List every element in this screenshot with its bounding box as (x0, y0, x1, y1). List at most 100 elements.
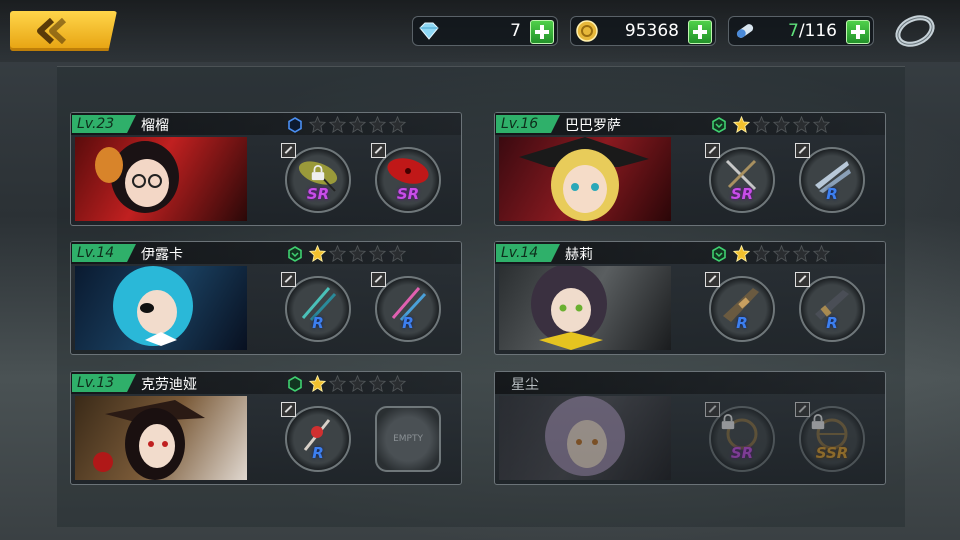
character-portrait (75, 137, 247, 221)
equipment-slot[interactable]: R (281, 402, 351, 472)
character-name: 克劳迪娅 (141, 377, 197, 393)
rank-hexagon-icon (288, 117, 302, 133)
add-gems-button[interactable] (530, 20, 554, 44)
equipment-slot[interactable]: R (795, 143, 865, 213)
card-header: Lv.16 巴巴罗萨 (495, 113, 885, 135)
slot-tag-icon (281, 402, 296, 417)
character-card[interactable]: Lv.14 伊露卡 R R (70, 241, 462, 355)
star-empty-icon (773, 116, 790, 133)
star-empty-icon (389, 245, 406, 262)
portrait-figure (519, 137, 649, 221)
character-name: 榴榴 (141, 118, 169, 134)
rank-hexagon-icon (712, 246, 726, 262)
rarity-label: R (402, 314, 414, 332)
character-name: 伊露卡 (141, 247, 183, 263)
character-portrait (499, 266, 671, 350)
rank-hexagon-icon (712, 117, 726, 133)
portrait-figure (545, 396, 625, 476)
slot-tag-icon (795, 143, 810, 158)
equipment-slot[interactable]: R (705, 272, 775, 342)
star-empty-icon (773, 245, 790, 262)
rarity-label: SSR (815, 444, 849, 462)
slot-tag-icon (371, 272, 386, 287)
equipment-slot[interactable]: R (795, 272, 865, 342)
coins-value: 95368 (624, 21, 679, 41)
diamond-icon (419, 22, 439, 40)
gems-counter: 7 (412, 16, 558, 46)
add-coins-button[interactable] (688, 20, 712, 44)
slot-tag-icon (795, 272, 810, 287)
ring-icon[interactable] (893, 12, 937, 50)
level-badge: Lv.14 (72, 244, 136, 262)
card-header: Lv.23 榴榴 (71, 113, 461, 135)
lock-icon (721, 414, 735, 430)
star-empty-icon (389, 116, 406, 133)
character-name: 巴巴罗萨 (565, 118, 621, 134)
stamina-max: /116 (798, 21, 837, 41)
star-empty-icon (329, 375, 346, 392)
back-button[interactable] (10, 11, 117, 51)
star-filled-icon (309, 375, 326, 392)
character-name: 赫莉 (565, 247, 593, 263)
star-empty-icon (753, 116, 770, 133)
character-card[interactable]: Lv.16 巴巴罗萨 SR R (494, 112, 886, 226)
character-name: 星尘 (511, 377, 539, 393)
rank-hexagon-icon (288, 376, 302, 392)
lock-icon (811, 414, 825, 430)
star-empty-icon (389, 375, 406, 392)
rank-hexagon-icon (288, 246, 302, 262)
star-empty-icon (349, 245, 366, 262)
star-empty-icon (329, 116, 346, 133)
rarity-label: SR (730, 444, 754, 462)
star-empty-icon (369, 245, 386, 262)
star-rating (733, 245, 833, 263)
coin-icon (576, 20, 598, 42)
character-portrait (499, 137, 671, 221)
lock-icon (311, 165, 325, 181)
star-filled-icon (309, 245, 326, 262)
empty-equipment-slot[interactable]: EMPTY (375, 406, 441, 472)
add-stamina-button[interactable] (846, 20, 870, 44)
equipment-slot[interactable]: R (371, 272, 441, 342)
stamina-current: 7 (787, 21, 799, 41)
equipment-slot[interactable]: SR (705, 143, 775, 213)
equipment-slot[interactable]: SR (705, 402, 775, 472)
stamina-counter: 7/116 (728, 16, 874, 46)
character-card[interactable]: Lv.23 榴榴 SR SR (70, 112, 462, 226)
equipment-slot[interactable]: R (281, 272, 351, 342)
character-card[interactable]: Lv.14 赫莉 R R (494, 241, 886, 355)
star-empty-icon (329, 245, 346, 262)
level-badge: Lv.23 (72, 115, 136, 133)
character-card-locked[interactable]: 星尘 SR SSR (494, 371, 886, 485)
rarity-label: R (826, 185, 838, 203)
portrait-figure (113, 266, 193, 346)
equipment-slot[interactable]: SSR (795, 402, 865, 472)
star-empty-icon (369, 116, 386, 133)
stamina-value: 7/116 (788, 21, 837, 41)
star-empty-icon (793, 116, 810, 133)
slot-tag-icon (705, 143, 720, 158)
level-badge: Lv.14 (496, 244, 560, 262)
card-header: 星尘 (495, 372, 885, 394)
star-rating (733, 116, 833, 134)
portrait-figure (93, 400, 205, 480)
portrait-figure (531, 266, 607, 350)
coins-counter: 95368 (570, 16, 716, 46)
portrait-figure (95, 141, 179, 213)
card-header: Lv.13 克劳迪娅 (71, 372, 461, 394)
slot-tag-icon (705, 402, 720, 417)
level-badge: Lv.13 (72, 374, 136, 392)
rarity-label: R (312, 314, 324, 332)
star-filled-icon (733, 245, 750, 262)
rarity-label: SR (306, 185, 330, 203)
star-rating (309, 116, 409, 134)
empty-label: EMPTY (393, 434, 423, 444)
equipment-slot[interactable]: SR (281, 143, 351, 213)
rarity-label: SR (396, 185, 420, 203)
equipment-slot[interactable]: SR (371, 143, 441, 213)
star-empty-icon (349, 375, 366, 392)
star-empty-icon (813, 116, 830, 133)
rarity-label: R (826, 314, 838, 332)
slot-tag-icon (795, 402, 810, 417)
character-card[interactable]: Lv.13 克劳迪娅 R EMPTY (70, 371, 462, 485)
